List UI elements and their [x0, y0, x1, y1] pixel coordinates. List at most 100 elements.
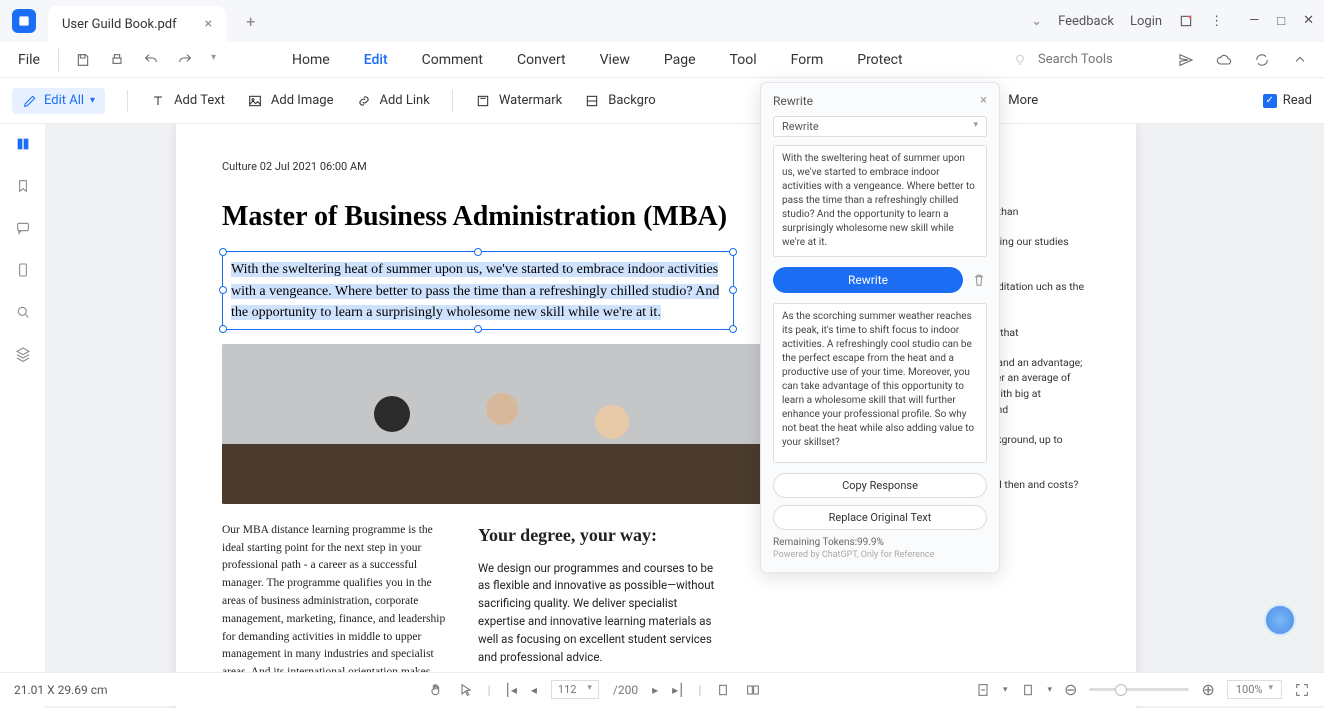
trash-icon[interactable] [971, 272, 987, 288]
replace-original-button[interactable]: Replace Original Text [773, 505, 987, 530]
single-page-icon[interactable] [715, 682, 731, 698]
ai-panel-title: Rewrite [773, 94, 813, 108]
ai-mode-label: Rewrite [782, 120, 819, 133]
more-menu-icon[interactable]: ⋮ [1210, 14, 1223, 29]
lightbulb-icon[interactable] [1012, 52, 1028, 68]
feedback-link[interactable]: Feedback [1058, 14, 1114, 29]
search-icon[interactable] [15, 304, 31, 320]
select-tool-icon[interactable] [458, 682, 474, 698]
watermark-button[interactable]: Watermark [475, 93, 562, 109]
search-tools-input[interactable] [1038, 52, 1178, 67]
cloud-icon[interactable] [1216, 52, 1232, 68]
bookmark-icon[interactable] [15, 178, 31, 194]
tokens-remaining: Remaining Tokens:99.9% [773, 537, 987, 548]
tab-edit[interactable]: Edit [364, 52, 388, 68]
background-button[interactable]: Backgro [584, 93, 655, 109]
tab-comment[interactable]: Comment [422, 52, 483, 68]
tab-convert[interactable]: Convert [517, 52, 566, 68]
edit-all-label: Edit All [44, 93, 84, 108]
tab-page[interactable]: Page [664, 52, 696, 68]
close-tab-icon[interactable]: × [205, 16, 212, 32]
dropdown-icon[interactable]: ▾ [211, 52, 216, 68]
close-window-icon[interactable]: ✕ [1303, 13, 1314, 29]
zoom-out-icon[interactable]: ⊖ [1064, 680, 1077, 699]
attachment-icon[interactable] [15, 262, 31, 278]
zoom-slider[interactable] [1089, 688, 1189, 691]
file-menu[interactable]: File [0, 49, 59, 71]
edit-toolbar: Edit All ▾ Add Text Add Image Add Link W… [0, 78, 1324, 124]
two-page-icon[interactable] [745, 682, 761, 698]
chevron-down-icon[interactable]: ⌄ [1031, 14, 1042, 29]
selected-text-box[interactable]: With the sweltering heat of summer upon … [222, 251, 734, 330]
menu-tabs: Home Edit Comment Convert View Page Tool… [292, 52, 903, 68]
titlebar: User Guild Book.pdf × + ⌄ Feedback Login… [0, 0, 1324, 42]
zoom-in-icon[interactable]: ⊕ [1201, 680, 1214, 699]
layers-icon[interactable] [15, 346, 31, 362]
maximize-icon[interactable]: □ [1277, 13, 1285, 29]
separator [452, 90, 453, 112]
statusbar: 21.01 X 29.69 cm | ⎮◂ ◂ 112▾ /200 ▸ ▸⎮ |… [0, 672, 1324, 706]
minimize-icon[interactable]: ― [1249, 13, 1259, 29]
document-canvas[interactable]: Culture 02 Jul 2021 06:00 AM Master of B… [46, 124, 1324, 708]
page-total: /200 [613, 683, 638, 697]
document-image [222, 344, 770, 504]
link-icon [356, 93, 372, 109]
page-dimensions: 21.01 X 29.69 cm [14, 683, 214, 697]
ai-float-button[interactable] [1264, 604, 1296, 636]
pencil-icon [22, 93, 38, 109]
tab-view[interactable]: View [600, 52, 630, 68]
read-mode-toggle[interactable]: ✓ Read [1263, 93, 1312, 108]
undo-icon[interactable] [143, 52, 159, 68]
ai-rewrite-panel: Rewrite × Rewrite ▾ With the sweltering … [760, 82, 1000, 573]
comment-icon[interactable] [15, 220, 31, 236]
next-page-icon[interactable]: ▸ [652, 683, 658, 697]
rewrite-button[interactable]: Rewrite [773, 267, 963, 293]
app-logo [12, 9, 36, 33]
tab-home[interactable]: Home [292, 52, 330, 68]
tab-protect[interactable]: Protect [857, 52, 902, 68]
chevron-down-icon: ▾ [973, 120, 978, 133]
save-icon[interactable] [75, 52, 91, 68]
ai-mode-select[interactable]: Rewrite ▾ [773, 116, 987, 137]
fit-page-icon[interactable] [1020, 682, 1036, 698]
selected-text[interactable]: With the sweltering heat of summer upon … [231, 262, 719, 320]
ai-input-textarea[interactable]: With the sweltering heat of summer upon … [773, 145, 987, 257]
tab-title: User Guild Book.pdf [62, 17, 177, 32]
add-image-button[interactable]: Add Image [247, 93, 334, 109]
add-text-button[interactable]: Add Text [150, 93, 225, 109]
document-tab[interactable]: User Guild Book.pdf × [48, 6, 226, 42]
prev-page-icon[interactable]: ◂ [531, 683, 537, 697]
tab-tool[interactable]: Tool [730, 52, 757, 68]
sync-icon[interactable] [1254, 52, 1270, 68]
separator [127, 90, 128, 112]
fit-width-icon[interactable] [975, 682, 991, 698]
login-link[interactable]: Login [1130, 14, 1162, 29]
redo-icon[interactable] [177, 52, 193, 68]
image-icon [247, 93, 263, 109]
page-number-input[interactable]: 112▾ [551, 680, 599, 699]
close-panel-icon[interactable]: × [980, 93, 987, 108]
edit-all-button[interactable]: Edit All ▾ [12, 88, 105, 114]
zoom-level-select[interactable]: 100%▾ [1227, 680, 1282, 699]
main-area: ▸ ? Culture 02 Jul 2021 06:00 AM Master … [0, 124, 1324, 708]
copy-response-button[interactable]: Copy Response [773, 473, 987, 498]
powered-by: Powered by ChatGPT, Only for Reference [773, 550, 987, 560]
add-link-button[interactable]: Add Link [356, 93, 430, 109]
print-icon[interactable] [109, 52, 125, 68]
ai-output-textarea[interactable]: As the scorching summer weather reaches … [773, 303, 987, 463]
first-page-icon[interactable]: ⎮◂ [505, 683, 517, 697]
watermark-icon [475, 93, 491, 109]
section-heading: Your degree, your way: [478, 522, 724, 550]
fullscreen-icon[interactable] [1294, 682, 1310, 698]
thumbnails-icon[interactable] [15, 136, 31, 152]
send-icon[interactable] [1178, 52, 1194, 68]
column-right-text: We design our programmes and courses to … [478, 560, 724, 667]
add-tab-button[interactable]: + [246, 12, 255, 31]
notification-icon[interactable] [1178, 13, 1194, 29]
meeting-illustration [222, 344, 770, 504]
checkbox-icon: ✓ [1263, 94, 1277, 108]
tab-form[interactable]: Form [791, 52, 824, 68]
last-page-icon[interactable]: ▸⎮ [672, 683, 684, 697]
collapse-icon[interactable] [1292, 52, 1308, 68]
hand-tool-icon[interactable] [428, 682, 444, 698]
